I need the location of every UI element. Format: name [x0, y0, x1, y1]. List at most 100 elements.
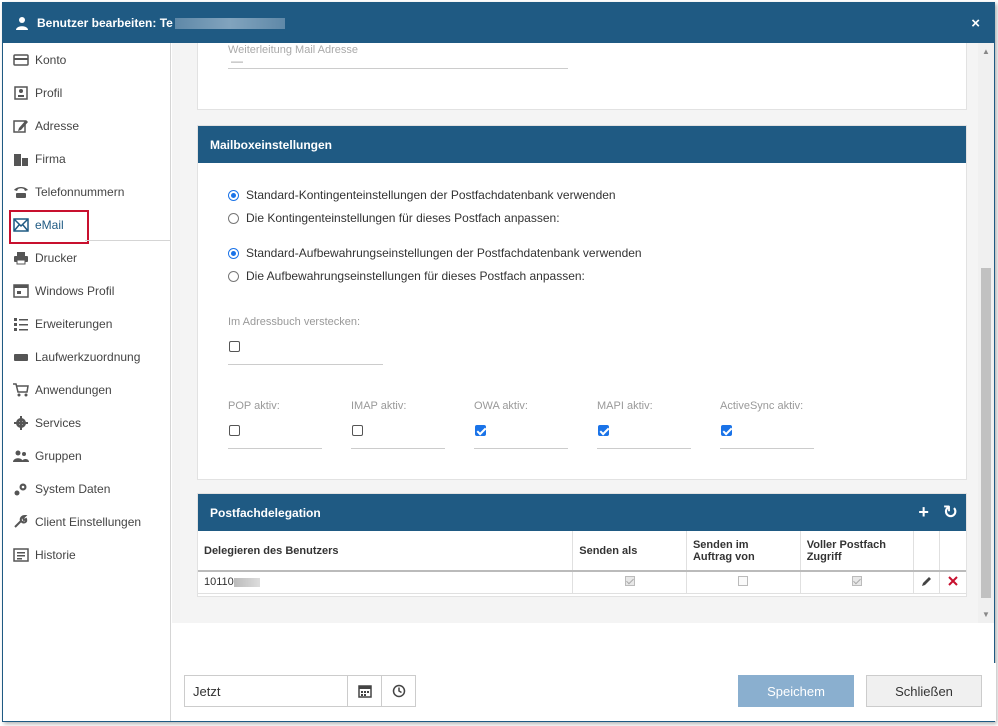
full-access-checkbox[interactable]: [852, 575, 863, 586]
sidebar-item-drucker[interactable]: Drucker: [3, 241, 170, 274]
drive-icon: [14, 353, 28, 361]
radio-retention-default[interactable]: [228, 247, 239, 259]
sidebar-item-profil[interactable]: Profil: [3, 76, 170, 109]
time-button[interactable]: [381, 676, 415, 706]
cell-send-on-behalf: [686, 571, 801, 594]
radio-quota-custom[interactable]: [228, 212, 239, 224]
dialog-titlebar: Benutzer bearbeiten: Te ×: [3, 3, 994, 43]
delegation-toolbar: + ↻: [918, 502, 958, 522]
col-full-access-line1: Voller Postfach: [806, 538, 886, 551]
quota-custom-option[interactable]: Die Kontingenteinstellungen für dieses P…: [228, 211, 560, 225]
sidebar-item-label: Erweiterungen: [35, 316, 113, 331]
retention-custom-label: Die Aufbewahrungseinstellungen für diese…: [246, 269, 585, 283]
sidebar-item-konto[interactable]: Konto: [3, 43, 170, 76]
cell-send-as: [572, 571, 687, 594]
sidebar-item-label: System Daten: [35, 481, 111, 496]
sidebar-item-gruppen[interactable]: Gruppen: [3, 439, 170, 472]
activesync-underline: [720, 448, 814, 449]
table-row: 10110: [198, 571, 966, 594]
scrollbar-thumb[interactable]: [981, 268, 991, 598]
hide-addressbook-label: Im Adressbuch verstecken:: [228, 316, 361, 328]
sidebar-item-label: Konto: [35, 52, 67, 67]
sidebar-item-windows-profil[interactable]: Windows Profil: [3, 274, 170, 307]
close-icon[interactable]: ×: [971, 15, 980, 32]
sidebar-item-label: Anwendungen: [35, 382, 112, 397]
cell-edit: [913, 571, 941, 594]
radio-quota-default[interactable]: [228, 189, 239, 201]
owa-label: OWA aktiv:: [474, 400, 528, 412]
cell-user: 10110: [198, 571, 574, 594]
save-button[interactable]: Speichem: [738, 675, 854, 707]
calendar-button[interactable]: [347, 676, 381, 706]
hide-addressbook-underline: [228, 364, 383, 365]
col-full-access-line2: Zugriff: [806, 550, 842, 563]
building-icon: [14, 153, 28, 166]
quota-default-option[interactable]: Standard-Kontingenteinstellungen der Pos…: [228, 188, 616, 202]
mailbox-settings-header: Mailboxeinstellungen: [198, 126, 966, 163]
col-delete: [939, 531, 966, 572]
forwarding-value[interactable]: —: [231, 54, 243, 68]
sidebar-item-system-daten[interactable]: System Daten: [3, 472, 170, 505]
date-input[interactable]: Jetzt: [185, 684, 347, 699]
owa-checkbox[interactable]: [475, 425, 486, 436]
sidebar-item-anwendungen[interactable]: Anwendungen: [3, 373, 170, 406]
sidebar-item-historie[interactable]: Historie: [3, 538, 170, 571]
profile-icon: [14, 85, 28, 100]
clock-icon: [392, 684, 405, 698]
scroll-down-icon[interactable]: ▼: [982, 610, 990, 619]
delete-icon[interactable]: [948, 576, 958, 586]
history-icon: [13, 547, 29, 562]
printer-icon: [14, 251, 28, 264]
add-icon[interactable]: +: [918, 502, 929, 522]
retention-custom-option[interactable]: Die Aufbewahrungseinstellungen für diese…: [228, 269, 585, 283]
vertical-scrollbar[interactable]: ▲ ▼: [978, 43, 994, 623]
retention-default-option[interactable]: Standard-Aufbewahrungseinstellungen der …: [228, 246, 642, 260]
date-field[interactable]: Jetzt: [184, 675, 416, 707]
cell-delete: [939, 571, 966, 594]
col-send-on-behalf-line1: Senden im: [692, 538, 749, 551]
send-as-checkbox[interactable]: [624, 575, 635, 586]
quota-custom-label: Die Kontingenteinstellungen für dieses P…: [246, 211, 560, 225]
sidebar-item-adresse[interactable]: Adresse: [3, 109, 170, 142]
content-area: Weiterleitung Mail Adresse — Mailboxeins…: [172, 43, 980, 623]
sidebar-item-services[interactable]: Services: [3, 406, 170, 439]
quota-default-label: Standard-Kontingenteinstellungen der Pos…: [246, 188, 616, 202]
sidebar-item-telefonnummern[interactable]: Telefonnummern: [3, 175, 170, 208]
pencil-icon[interactable]: [921, 575, 933, 587]
refresh-icon[interactable]: ↻: [943, 502, 958, 522]
list-icon: [14, 317, 28, 331]
col-user[interactable]: Delegieren des Benutzers: [198, 531, 574, 572]
scroll-up-icon[interactable]: ▲: [982, 47, 990, 56]
imap-checkbox[interactable]: [352, 425, 363, 436]
sidebar-item-laufwerkzuordnung[interactable]: Laufwerkzuordnung: [3, 340, 170, 373]
mailbox-delegation-panel: Postfachdelegation + ↻ Delegieren des Be…: [197, 493, 967, 597]
pop-label: POP aktiv:: [228, 400, 280, 412]
imap-underline: [351, 448, 445, 449]
radio-retention-custom[interactable]: [228, 270, 239, 282]
col-full-access[interactable]: Voller Postfach Zugriff: [800, 531, 915, 572]
mapi-checkbox[interactable]: [598, 425, 609, 436]
col-send-on-behalf[interactable]: Senden im Auftrag von: [686, 531, 801, 572]
sidebar-item-label: Telefonnummern: [35, 184, 125, 199]
sidebar-item-firma[interactable]: Firma: [3, 142, 170, 175]
send-on-behalf-checkbox[interactable]: [738, 575, 749, 586]
sidebar-item-label: Client Einstellungen: [35, 514, 142, 529]
edit-user-dialog: Benutzer bearbeiten: Te × Konto Profil A…: [2, 2, 996, 722]
hide-addressbook-checkbox[interactable]: [229, 341, 240, 352]
col-edit: [913, 531, 941, 572]
imap-label: IMAP aktiv:: [351, 400, 407, 412]
sidebar-item-erweiterungen[interactable]: Erweiterungen: [3, 307, 170, 340]
col-send-on-behalf-line2: Auftrag von: [692, 550, 755, 563]
pop-underline: [228, 448, 322, 449]
col-send-as[interactable]: Senden als: [572, 531, 687, 572]
sidebar-item-email[interactable]: eMail: [3, 208, 170, 244]
close-button[interactable]: Schließen: [866, 675, 982, 707]
sidebar-item-label: Services: [35, 415, 82, 430]
sidebar-item-label: Windows Profil: [35, 283, 115, 298]
calendar-icon: [357, 685, 372, 698]
delegation-header: Postfachdelegation + ↻: [198, 494, 966, 531]
pop-checkbox[interactable]: [229, 425, 240, 436]
activesync-checkbox[interactable]: [721, 425, 732, 436]
mapi-label: MAPI aktiv:: [597, 400, 653, 412]
sidebar-item-client-einstellungen[interactable]: Client Einstellungen: [3, 505, 170, 538]
